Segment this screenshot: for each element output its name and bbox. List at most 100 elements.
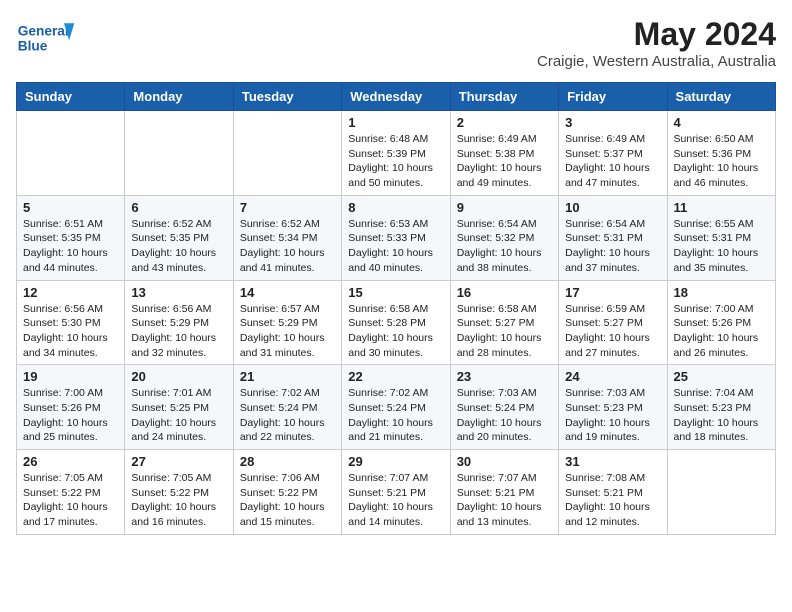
page-subtitle: Craigie, Western Australia, Australia <box>537 53 776 70</box>
day-number: 9 <box>457 200 552 215</box>
day-number: 24 <box>565 369 660 384</box>
day-info: Sunrise: 7:08 AM Sunset: 5:21 PM Dayligh… <box>565 471 660 530</box>
day-info: Sunrise: 7:07 AM Sunset: 5:21 PM Dayligh… <box>348 471 443 530</box>
calendar-week-row: 19 Sunrise: 7:00 AM Sunset: 5:26 PM Dayli… <box>17 365 776 450</box>
day-info: Sunrise: 7:06 AM Sunset: 5:22 PM Dayligh… <box>240 471 335 530</box>
day-number: 15 <box>348 285 443 300</box>
day-info: Sunrise: 7:00 AM Sunset: 5:26 PM Dayligh… <box>674 302 769 361</box>
calendar-cell <box>233 111 341 196</box>
calendar-cell: 31Sunrise: 7:08 AM Sunset: 5:21 PM Dayli… <box>559 450 667 535</box>
calendar-cell: 15Sunrise: 6:58 AM Sunset: 5:28 PM Dayli… <box>342 280 450 365</box>
day-number: 18 <box>674 285 769 300</box>
day-info: Sunrise: 6:59 AM Sunset: 5:27 PM Dayligh… <box>565 302 660 361</box>
day-info: Sunrise: 6:56 AM Sunset: 5:30 PM Dayligh… <box>23 302 118 361</box>
day-number: 30 <box>457 454 552 469</box>
day-number: 26 <box>23 454 118 469</box>
day-info: Sunrise: 6:51 AM Sunset: 5:35 PM Dayligh… <box>23 217 118 276</box>
calendar-week-row: 26 Sunrise: 7:05 AM Sunset: 5:22 PM Dayli… <box>17 450 776 535</box>
svg-text:Blue: Blue <box>18 39 48 54</box>
day-number: 14 <box>240 285 335 300</box>
day-number: 29 <box>348 454 443 469</box>
day-info: Sunrise: 6:56 AM Sunset: 5:29 PM Dayligh… <box>131 302 226 361</box>
day-info: Sunrise: 6:50 AM Sunset: 5:36 PM Dayligh… <box>674 132 769 191</box>
calendar-cell: 5 Sunrise: 6:51 AM Sunset: 5:35 PM Daylig… <box>17 195 125 280</box>
day-info: Sunrise: 6:49 AM Sunset: 5:38 PM Dayligh… <box>457 132 552 191</box>
day-info: Sunrise: 6:54 AM Sunset: 5:31 PM Dayligh… <box>565 217 660 276</box>
day-info: Sunrise: 6:57 AM Sunset: 5:29 PM Dayligh… <box>240 302 335 361</box>
day-number: 7 <box>240 200 335 215</box>
day-number: 23 <box>457 369 552 384</box>
page-header: General Blue May 2024 Craigie, Western A… <box>16 16 776 70</box>
day-number: 6 <box>131 200 226 215</box>
calendar-week-row: 5 Sunrise: 6:51 AM Sunset: 5:35 PM Daylig… <box>17 195 776 280</box>
day-number: 5 <box>23 200 118 215</box>
day-number: 20 <box>131 369 226 384</box>
svg-text:General: General <box>18 23 69 38</box>
day-number: 28 <box>240 454 335 469</box>
calendar-cell: 13Sunrise: 6:56 AM Sunset: 5:29 PM Dayli… <box>125 280 233 365</box>
calendar-cell: 3 Sunrise: 6:49 AM Sunset: 5:37 PM Daylig… <box>559 111 667 196</box>
calendar-cell: 14 Sunrise: 6:57 AM Sunset: 5:29 PM Dayli… <box>233 280 341 365</box>
calendar-cell: 17 Sunrise: 6:59 AM Sunset: 5:27 PM Dayli… <box>559 280 667 365</box>
calendar-cell: 26 Sunrise: 7:05 AM Sunset: 5:22 PM Dayli… <box>17 450 125 535</box>
logo: General Blue <box>16 16 76 58</box>
calendar-header-row: SundayMondayTuesdayWednesdayThursdayFrid… <box>17 83 776 111</box>
calendar-cell <box>17 111 125 196</box>
weekday-header: Tuesday <box>233 83 341 111</box>
calendar-cell: 16Sunrise: 6:58 AM Sunset: 5:27 PM Dayli… <box>450 280 558 365</box>
day-number: 8 <box>348 200 443 215</box>
day-number: 22 <box>348 369 443 384</box>
logo-icon: General Blue <box>16 16 76 58</box>
day-info: Sunrise: 6:52 AM Sunset: 5:35 PM Dayligh… <box>131 217 226 276</box>
day-info: Sunrise: 6:53 AM Sunset: 5:33 PM Dayligh… <box>348 217 443 276</box>
calendar-cell <box>667 450 775 535</box>
calendar-cell: 21Sunrise: 7:02 AM Sunset: 5:24 PM Dayli… <box>233 365 341 450</box>
day-info: Sunrise: 7:01 AM Sunset: 5:25 PM Dayligh… <box>131 386 226 445</box>
calendar-cell: 8 Sunrise: 6:53 AM Sunset: 5:33 PM Daylig… <box>342 195 450 280</box>
calendar-cell: 2 Sunrise: 6:49 AM Sunset: 5:38 PM Daylig… <box>450 111 558 196</box>
title-block: May 2024 Craigie, Western Australia, Aus… <box>537 16 776 70</box>
day-info: Sunrise: 7:05 AM Sunset: 5:22 PM Dayligh… <box>131 471 226 530</box>
weekday-header: Wednesday <box>342 83 450 111</box>
day-info: Sunrise: 7:07 AM Sunset: 5:21 PM Dayligh… <box>457 471 552 530</box>
calendar-cell: 1 Sunrise: 6:48 AM Sunset: 5:39 PM Daylig… <box>342 111 450 196</box>
day-info: Sunrise: 6:54 AM Sunset: 5:32 PM Dayligh… <box>457 217 552 276</box>
calendar-cell: 10 Sunrise: 6:54 AM Sunset: 5:31 PM Dayli… <box>559 195 667 280</box>
calendar-cell: 11 Sunrise: 6:55 AM Sunset: 5:31 PM Dayli… <box>667 195 775 280</box>
day-info: Sunrise: 6:49 AM Sunset: 5:37 PM Dayligh… <box>565 132 660 191</box>
calendar-cell: 18 Sunrise: 7:00 AM Sunset: 5:26 PM Dayli… <box>667 280 775 365</box>
calendar-cell: 9 Sunrise: 6:54 AM Sunset: 5:32 PM Daylig… <box>450 195 558 280</box>
day-info: Sunrise: 7:03 AM Sunset: 5:24 PM Dayligh… <box>457 386 552 445</box>
calendar-cell: 19 Sunrise: 7:00 AM Sunset: 5:26 PM Dayli… <box>17 365 125 450</box>
day-number: 10 <box>565 200 660 215</box>
day-info: Sunrise: 6:58 AM Sunset: 5:27 PM Dayligh… <box>457 302 552 361</box>
day-number: 12 <box>23 285 118 300</box>
calendar-cell: 7Sunrise: 6:52 AM Sunset: 5:34 PM Daylig… <box>233 195 341 280</box>
calendar-cell: 23 Sunrise: 7:03 AM Sunset: 5:24 PM Dayli… <box>450 365 558 450</box>
calendar-cell: 6 Sunrise: 6:52 AM Sunset: 5:35 PM Daylig… <box>125 195 233 280</box>
day-number: 19 <box>23 369 118 384</box>
day-info: Sunrise: 7:00 AM Sunset: 5:26 PM Dayligh… <box>23 386 118 445</box>
calendar-cell <box>125 111 233 196</box>
calendar-table: SundayMondayTuesdayWednesdayThursdayFrid… <box>16 82 776 535</box>
day-info: Sunrise: 7:05 AM Sunset: 5:22 PM Dayligh… <box>23 471 118 530</box>
day-info: Sunrise: 6:55 AM Sunset: 5:31 PM Dayligh… <box>674 217 769 276</box>
calendar-cell: 28 Sunrise: 7:06 AM Sunset: 5:22 PM Dayli… <box>233 450 341 535</box>
day-number: 21 <box>240 369 335 384</box>
day-number: 3 <box>565 115 660 130</box>
page-title: May 2024 <box>537 16 776 53</box>
day-info: Sunrise: 7:02 AM Sunset: 5:24 PM Dayligh… <box>348 386 443 445</box>
day-info: Sunrise: 6:48 AM Sunset: 5:39 PM Dayligh… <box>348 132 443 191</box>
calendar-cell: 4 Sunrise: 6:50 AM Sunset: 5:36 PM Daylig… <box>667 111 775 196</box>
calendar-cell: 12 Sunrise: 6:56 AM Sunset: 5:30 PM Dayli… <box>17 280 125 365</box>
weekday-header: Sunday <box>17 83 125 111</box>
day-number: 4 <box>674 115 769 130</box>
day-number: 17 <box>565 285 660 300</box>
day-number: 25 <box>674 369 769 384</box>
calendar-week-row: 1 Sunrise: 6:48 AM Sunset: 5:39 PM Daylig… <box>17 111 776 196</box>
calendar-cell: 25Sunrise: 7:04 AM Sunset: 5:23 PM Dayli… <box>667 365 775 450</box>
calendar-cell: 27Sunrise: 7:05 AM Sunset: 5:22 PM Dayli… <box>125 450 233 535</box>
day-number: 11 <box>674 200 769 215</box>
day-number: 2 <box>457 115 552 130</box>
day-number: 1 <box>348 115 443 130</box>
